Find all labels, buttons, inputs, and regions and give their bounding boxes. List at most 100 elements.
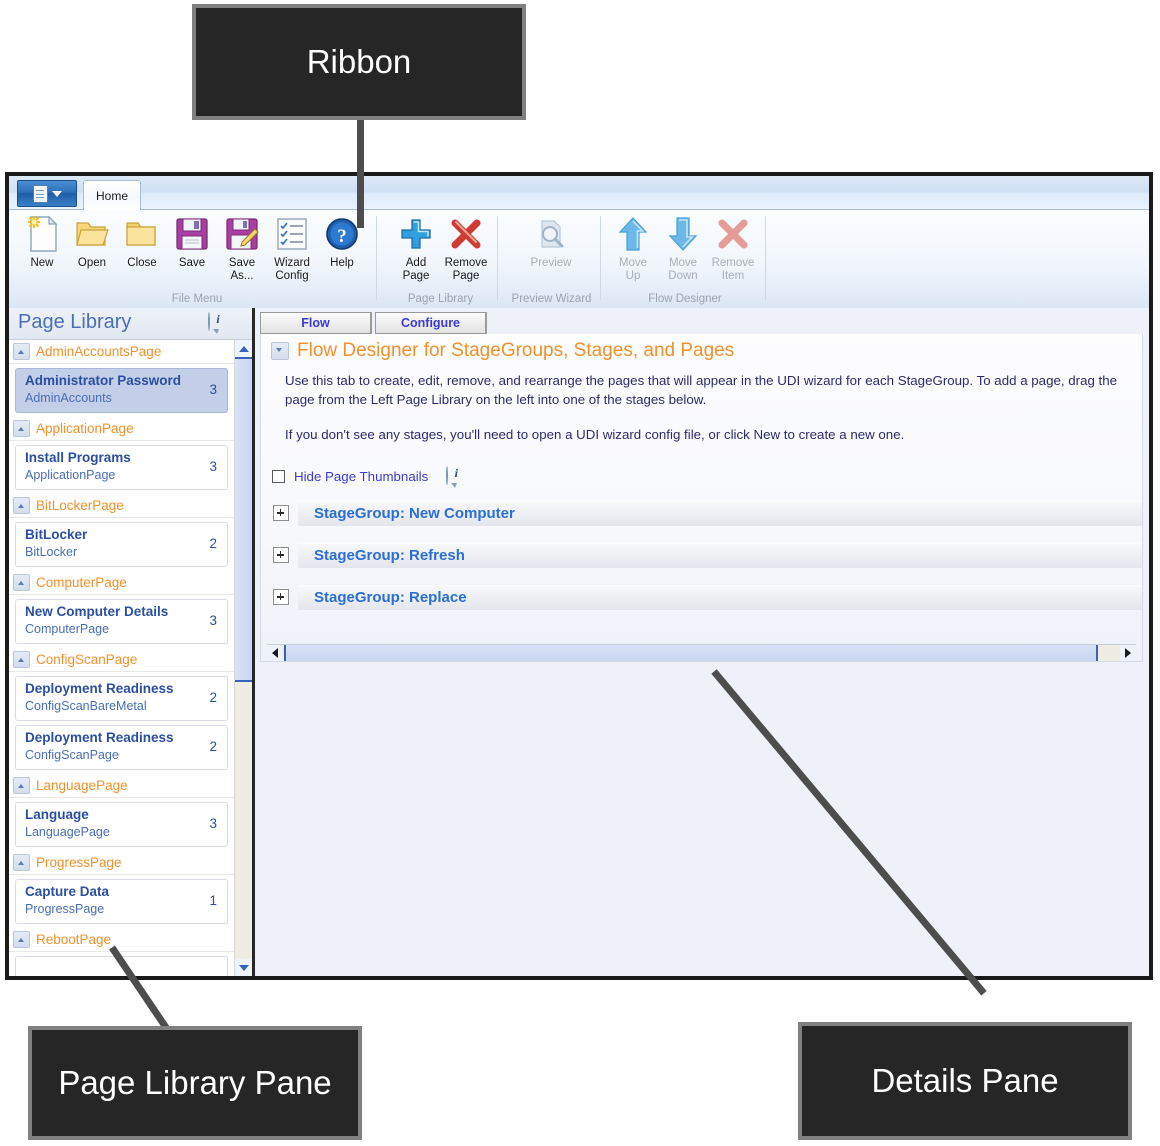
scrollbar-thumb[interactable] [235, 357, 252, 682]
ribbon-button-wizard-config[interactable]: Wizard Config [267, 214, 317, 282]
collapse-chevron-icon[interactable] [13, 420, 30, 437]
page-library-group-header[interactable]: ProgressPage [9, 851, 234, 875]
page-library-group-name: ApplicationPage [36, 421, 134, 436]
page-item-count: 2 [209, 536, 217, 551]
details-pane: Flow Configure Flow Designer for StageGr… [255, 308, 1149, 976]
expand-plus-icon[interactable] [273, 589, 289, 605]
instructions-paragraph-2: If you don't see any stages, you'll need… [285, 426, 1142, 445]
hide-page-thumbnails-checkbox[interactable] [272, 470, 285, 483]
details-horizontal-scrollbar[interactable] [267, 644, 1136, 661]
expand-plus-icon[interactable] [273, 547, 289, 563]
collapse-chevron-icon[interactable] [271, 342, 289, 360]
stage-group-row[interactable]: StageGroup: Refresh [273, 543, 1142, 568]
tab-configure-label: Configure [401, 316, 460, 330]
page-item-subtitle: ComputerPage [25, 622, 109, 636]
hide-page-thumbnails-label[interactable]: Hide Page Thumbnails [294, 469, 428, 484]
collapse-chevron-icon[interactable] [13, 854, 30, 871]
collapse-chevron-icon[interactable] [13, 497, 30, 514]
ribbon-button-open[interactable]: Open [67, 214, 117, 270]
page-library-title: Page Library [18, 311, 131, 334]
collapse-chevron-icon[interactable] [13, 777, 30, 794]
ribbon-group-preview-wizard-label: Preview Wizard [502, 293, 601, 305]
tab-flow[interactable]: Flow [260, 312, 372, 334]
page-library-vertical-scrollbar[interactable] [234, 340, 252, 976]
expand-plus-icon[interactable] [273, 505, 289, 521]
page-item-count: 3 [209, 459, 217, 474]
ribbon-button-preview[interactable]: Preview [526, 214, 576, 270]
page-library-item[interactable]: Administrator Password AdminAccounts 3 [15, 368, 228, 413]
page-library-item[interactable]: BitLocker BitLocker 2 [15, 522, 228, 567]
scrollbar-thumb[interactable] [284, 645, 1098, 661]
application-window: Home New Open [5, 172, 1153, 980]
scroll-up-arrow-icon[interactable] [235, 340, 252, 357]
ribbon-button-remove-item[interactable]: Remove Item [708, 214, 758, 282]
ribbon-button-move-down[interactable]: Move Down [658, 214, 708, 282]
page-library-group-header[interactable]: ConfigScanPage [9, 648, 234, 672]
ribbon-button-save-as[interactable]: Save As... [217, 214, 267, 282]
page-library-group-header[interactable]: AdminAccountsPage [9, 340, 234, 364]
window-body: Page Library i AdminAccountsPage Adminis… [9, 308, 1149, 976]
page-item-title: BitLocker [25, 527, 87, 542]
page-library-group-header[interactable]: ApplicationPage [9, 417, 234, 441]
ribbon-button-move-up-label: Move Up [619, 257, 647, 282]
collapse-chevron-icon[interactable] [13, 931, 30, 948]
page-library-group-header[interactable]: RebootPage [9, 928, 234, 952]
ribbon-button-remove-item-label: Remove Item [712, 257, 755, 282]
stage-group-label: StageGroup: New Computer [298, 501, 1142, 526]
ribbon-button-save[interactable]: Save [167, 214, 217, 270]
page-library-item[interactable]: Deployment Readiness ConfigScanPage 2 [15, 725, 228, 770]
page-item-count: 3 [209, 816, 217, 831]
ribbon-button-remove-page[interactable]: Remove Page [441, 214, 491, 282]
stage-group-row[interactable]: StageGroup: New Computer [273, 501, 1142, 526]
ribbon-group-page-library-label: Page Library [383, 293, 498, 305]
ribbon-group-separator [600, 216, 601, 300]
scroll-left-arrow-icon[interactable] [267, 645, 283, 661]
page-library-group-name: ProgressPage [36, 855, 122, 870]
stage-group-row[interactable]: StageGroup: Replace [273, 585, 1142, 610]
callout-ribbon: Ribbon [192, 4, 526, 120]
ribbon-button-move-up[interactable]: Move Up [608, 214, 658, 282]
page-item-title: New Computer Details [25, 604, 168, 619]
tab-configure[interactable]: Configure [375, 312, 487, 334]
stage-group-label: StageGroup: Refresh [298, 543, 1142, 568]
tab-home[interactable]: Home [83, 180, 141, 210]
page-library-item[interactable]: Install Programs ApplicationPage 3 [15, 445, 228, 490]
ribbon-button-add-page[interactable]: Add Page [391, 214, 441, 282]
scroll-right-arrow-icon[interactable] [1120, 645, 1136, 661]
page-item-subtitle: ProgressPage [25, 902, 104, 916]
page-library-list[interactable]: AdminAccountsPage Administrator Password… [9, 340, 234, 976]
ribbon-group-flow-designer: Move Up Move Down Remove Item Flow Desig… [604, 210, 766, 308]
ribbon-button-move-down-label: Move Down [668, 257, 697, 282]
page-library-item[interactable]: Language LanguagePage 3 [15, 802, 228, 847]
page-library-item[interactable]: Deployment Readiness ConfigScanBareMetal… [15, 676, 228, 721]
scroll-down-arrow-icon[interactable] [235, 959, 252, 976]
ribbon-group-separator [765, 216, 766, 300]
collapse-chevron-icon[interactable] [13, 343, 30, 360]
section-header[interactable]: Flow Designer for StageGroups, Stages, a… [261, 334, 1142, 362]
info-bubble-icon[interactable]: i [446, 467, 466, 487]
stage-group-label: StageGroup: Replace [298, 585, 1142, 610]
instructions-paragraph-1: Use this tab to create, edit, remove, an… [285, 372, 1142, 409]
callout-details-pane: Details Pane [798, 1022, 1132, 1140]
page-library-item[interactable]: New Computer Details ComputerPage 3 [15, 599, 228, 644]
scrollbar-track[interactable] [1098, 645, 1120, 661]
collapse-chevron-icon[interactable] [13, 651, 30, 668]
info-bubble-icon[interactable]: i [208, 313, 228, 333]
page-library-group-header[interactable]: LanguagePage [9, 774, 234, 798]
tab-home-label: Home [96, 189, 128, 203]
ribbon-button-new[interactable]: New [17, 214, 67, 270]
page-library-group-header[interactable]: ComputerPage [9, 571, 234, 595]
ribbon-button-close-label: Close [127, 257, 156, 270]
new-document-icon [25, 214, 59, 254]
callout-page-library-label: Page Library Pane [58, 1064, 331, 1102]
ribbon-button-save-as-label: Save As... [229, 257, 255, 282]
collapse-chevron-icon[interactable] [13, 574, 30, 591]
details-tab-bar: Flow Configure [260, 312, 487, 334]
ribbon-button-close[interactable]: Close [117, 214, 167, 270]
application-menu-button[interactable] [17, 180, 77, 207]
page-library-item[interactable]: Capture Data ProgressPage 1 [15, 879, 228, 924]
page-library-group-header[interactable]: BitLockerPage [9, 494, 234, 518]
ribbon-group-page-library: Add Page Remove Page Page Library [383, 210, 498, 308]
page-item-title: Capture Data [25, 884, 109, 899]
plus-icon [399, 214, 433, 254]
